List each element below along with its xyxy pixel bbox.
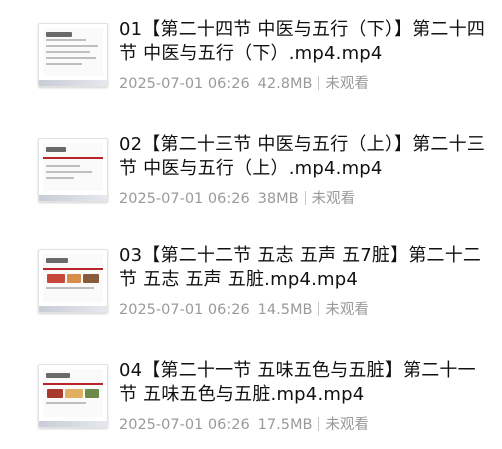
video-meta: 2025-07-01 06:26 14.5MB 未观看 bbox=[119, 300, 369, 320]
video-meta: 2025-07-01 06:26 42.8MB 未观看 bbox=[119, 74, 369, 94]
meta-divider bbox=[318, 302, 320, 316]
watch-status: 未观看 bbox=[311, 191, 356, 207]
watch-status: 未观看 bbox=[325, 417, 369, 433]
list-item[interactable]: 04【第二十一节 五味五色与五脏】第二十一节 五味五色与五脏.mp4.mp4 2… bbox=[0, 349, 502, 449]
video-thumbnail-icon[interactable] bbox=[38, 138, 108, 202]
video-thumbnail-icon[interactable] bbox=[38, 364, 108, 428]
video-date: 2025-07-01 06:26 bbox=[119, 76, 250, 92]
video-title[interactable]: 02【第二十三节 中医与五行（上）】第二十三节 中医与五行（上）.mp4.mp4 bbox=[119, 133, 491, 181]
video-list: 01【第二十四节 中医与五行（下）】第二十四节 中医与五行（下）.mp4.mp4… bbox=[0, 0, 502, 448]
meta-divider bbox=[304, 191, 306, 205]
video-meta: 2025-07-01 06:26 38MB 未观看 bbox=[119, 189, 355, 209]
watch-status: 未观看 bbox=[325, 302, 369, 318]
video-thumbnail-icon[interactable] bbox=[38, 249, 108, 313]
video-size: 14.5MB bbox=[257, 302, 313, 318]
list-item[interactable]: 01【第二十四节 中医与五行（下）】第二十四节 中医与五行（下）.mp4.mp4… bbox=[0, 8, 502, 108]
video-title[interactable]: 03【第二十二节 五志 五声 五7脏】第二十二节 五志 五声 五脏.mp4.mp… bbox=[119, 244, 491, 292]
video-date: 2025-07-01 06:26 bbox=[119, 191, 250, 207]
video-size: 17.5MB bbox=[257, 417, 313, 433]
video-meta: 2025-07-01 06:26 17.5MB 未观看 bbox=[119, 415, 369, 435]
video-title[interactable]: 04【第二十一节 五味五色与五脏】第二十一节 五味五色与五脏.mp4.mp4 bbox=[119, 359, 491, 407]
meta-divider bbox=[318, 417, 320, 431]
video-title[interactable]: 01【第二十四节 中医与五行（下）】第二十四节 中医与五行（下）.mp4.mp4 bbox=[119, 18, 491, 66]
video-size: 38MB bbox=[257, 191, 299, 207]
video-date: 2025-07-01 06:26 bbox=[119, 302, 250, 318]
video-thumbnail-icon[interactable] bbox=[38, 23, 108, 87]
video-size: 42.8MB bbox=[257, 76, 313, 92]
video-date: 2025-07-01 06:26 bbox=[119, 417, 250, 433]
list-item[interactable]: 02【第二十三节 中医与五行（上）】第二十三节 中医与五行（上）.mp4.mp4… bbox=[0, 123, 502, 223]
meta-divider bbox=[318, 76, 320, 90]
list-item[interactable]: 03【第二十二节 五志 五声 五7脏】第二十二节 五志 五声 五脏.mp4.mp… bbox=[0, 234, 502, 334]
watch-status: 未观看 bbox=[325, 76, 369, 92]
